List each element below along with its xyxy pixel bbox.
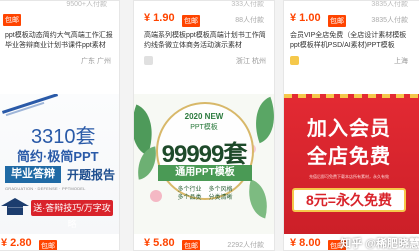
price: ¥ 2.80	[1, 237, 32, 249]
price: ¥ 5.80	[144, 237, 175, 249]
zhihu-watermark: 知乎 @稀肥晓慧	[340, 238, 419, 250]
price: ¥ 8.00	[290, 237, 321, 249]
card-top-stats: 9500+人付款	[0, 1, 119, 9]
shop-location: 浙江 杭州	[236, 58, 266, 65]
sales-count: 3835人付款	[371, 1, 408, 8]
product-card[interactable]: 9500+人付款 包邮 ppt模板动态简约大气高端工作汇报毕业答辩商业计划书课件…	[0, 0, 120, 251]
product-card[interactable]: 333人付款 ¥ 1.90 包邮 88人付款 高端系列模板ppt模板高端计划书工…	[133, 0, 275, 251]
product-image[interactable]: 加入会员 全店免费 充值后即可免费下载本店所有素材，永久有效 8元=永久免费	[284, 94, 419, 234]
crown-icon	[290, 56, 299, 65]
free-shipping-tag: 包邮	[39, 240, 57, 250]
price-offer-box: 8元=永久免费	[292, 188, 406, 212]
price: ¥ 1.00	[290, 12, 321, 24]
decor-stripe	[1, 94, 59, 114]
join-member-text: 加入会员	[307, 118, 391, 140]
shop-location: 上海	[394, 58, 408, 65]
template-count: 3310套	[31, 126, 96, 148]
year-label: 2020 NEW	[184, 112, 224, 121]
bonus-bar: 送·答辩技巧/万字攻略	[31, 200, 113, 229]
free-shipping-tag: 包邮	[182, 15, 200, 27]
price-row: 包邮	[0, 10, 119, 30]
free-shipping-tag: 包邮	[3, 14, 21, 26]
feature-item: 分类清晰	[208, 195, 233, 201]
product-card[interactable]: 3835人付款 ¥ 1.00 包邮 3835人付款 会员VIP全店免费（全店设计…	[283, 0, 419, 251]
shop-row: 浙江 杭州	[144, 55, 266, 67]
general-template-bar: 通用PPT模板	[158, 165, 252, 181]
report-label: 开题报告	[67, 168, 116, 182]
free-shipping-tag: 包邮	[328, 15, 346, 27]
shop-icon	[144, 56, 153, 65]
product-grid: 9500+人付款 包邮 ppt模板动态简约大气高端工作汇报毕业答辩商业计划书课件…	[0, 0, 419, 251]
leaf-decoration	[242, 179, 274, 219]
bottom-price-row: ¥ 8.00 包邮 知乎 @稀肥晓慧	[284, 234, 419, 250]
price: ¥ 1.90	[144, 12, 175, 24]
product-image[interactable]: 2020 NEW PPT模板 99999套 通用PPT模板 多个行业 多个风格 …	[134, 94, 274, 234]
card-top-stats: 3835人付款	[284, 1, 419, 9]
buyer-count: 2292人付款	[227, 242, 264, 249]
product-title[interactable]: ppt模板动态简约大气高端工作汇报毕业答辩商业计划书课件ppt素材	[5, 31, 113, 51]
store-free-text: 全店免费	[307, 146, 391, 168]
bottom-price-row: ¥ 2.80 包邮	[0, 234, 119, 250]
feature-item: 多个品类	[177, 195, 202, 201]
buyer-count: 3835人付款	[371, 17, 408, 24]
price-row: ¥ 1.00 包邮 3835人付款	[284, 10, 419, 30]
free-shipping-tag: 包邮	[182, 240, 200, 250]
sales-count: 333人付款	[231, 1, 264, 8]
feature-item: 多个风格	[208, 187, 233, 193]
feature-item: 多个行业	[177, 187, 202, 193]
template-count: 99999套	[161, 141, 248, 168]
buyer-count: 88人付款	[235, 17, 264, 24]
banner-subtitle: 简约·极简PPT	[17, 149, 99, 164]
product-title[interactable]: 高端系列模板ppt模板高端计划书工作简约线条微立体商务活动演示素材	[144, 31, 268, 51]
member-note: 充值后即可免费下载本店所有素材，永久有效	[309, 174, 389, 179]
card-top-stats: 333人付款	[134, 1, 274, 9]
product-image[interactable]: 3310套 简约·极简PPT 毕业答辩 开题报告 GRADUATION · DE…	[0, 94, 119, 234]
sales-count: 9500+人付款	[66, 1, 107, 8]
ppt-label: PPT模板	[190, 124, 218, 131]
bottom-price-row: ¥ 5.80 包邮 2292人付款	[134, 234, 274, 250]
decor-dots	[284, 94, 419, 98]
defense-label: 毕业答辩	[5, 166, 61, 183]
flower-decoration	[150, 190, 162, 202]
shop-row: 广东 广州	[5, 55, 111, 67]
english-subtitle: GRADUATION · DEFENSE · PPTMODEL	[5, 186, 86, 191]
price-row: ¥ 1.90 包邮 88人付款	[134, 10, 274, 30]
cap-band	[8, 207, 24, 208]
feature-list: 多个行业 多个风格 多个品类 分类清晰	[174, 186, 236, 202]
product-title[interactable]: 会员VIP全店免费（全店设计素材模板ppt模板样机PSD/AI素材)PPT模板	[290, 31, 410, 51]
shop-location: 广东 广州	[81, 58, 111, 65]
shop-row: 上海	[290, 55, 408, 67]
